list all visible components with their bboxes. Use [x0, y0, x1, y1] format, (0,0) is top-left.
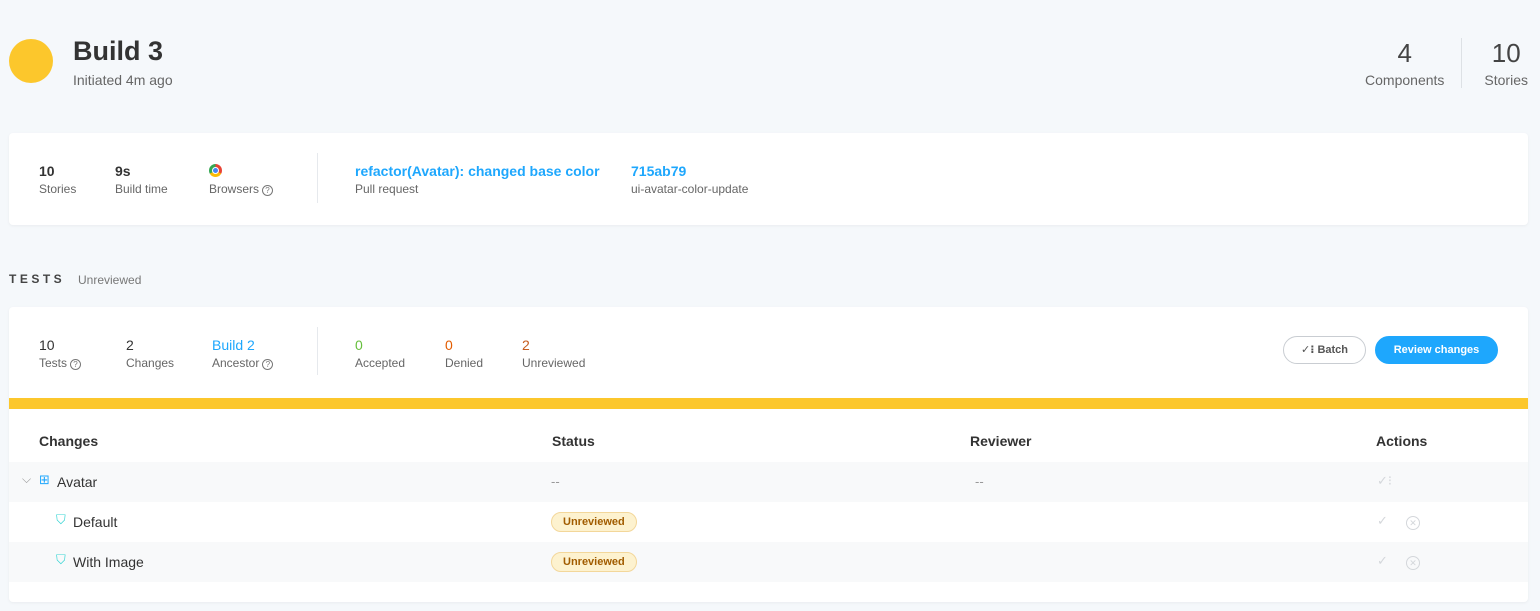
help-icon[interactable]: ?: [262, 359, 274, 370]
batch-button[interactable]: ✓⁝ Batch: [1283, 336, 1366, 364]
chrome-icon[interactable]: [209, 164, 222, 177]
stat-accepted-value: 0: [355, 337, 363, 353]
column-header-status[interactable]: Status: [552, 433, 595, 449]
help-icon[interactable]: ?: [262, 185, 274, 196]
stat-changes-value: 2: [126, 337, 134, 353]
stat-build-time-value: 9s: [115, 163, 131, 179]
stat-accepted: 0 Accepted: [355, 337, 405, 370]
chevron-down-icon[interactable]: ⌵: [22, 472, 31, 487]
tests-card: 10 Tests? 2 Changes Build 2 Ancestor? 0 …: [9, 307, 1528, 602]
stat-unreviewed: 2 Unreviewed: [522, 337, 585, 370]
metric-stories-value: 10: [1491, 38, 1521, 68]
stat-commit: 715ab79 ui-avatar-color-update: [631, 163, 748, 196]
accept-icon[interactable]: ✓: [1377, 553, 1388, 569]
batch-check-icon: ✓⁝: [1300, 344, 1318, 356]
divider: [317, 327, 318, 375]
page-title: Build 3: [73, 36, 164, 66]
branch-name: ui-avatar-color-update: [631, 182, 749, 196]
build-info-card: 10 Stories 9s Build time Browsers? refac…: [9, 133, 1528, 225]
accept-icon[interactable]: ✓: [1377, 513, 1388, 529]
batch-accept-icon[interactable]: ✓⁝: [1377, 473, 1392, 489]
tests-status: Unreviewed: [78, 273, 142, 287]
component-status: --: [551, 474, 560, 489]
stat-browsers-label: Browsers?: [209, 182, 274, 196]
stat-denied-value: 0: [445, 337, 453, 353]
metric-components: 4 Components: [1348, 38, 1461, 88]
metric-components-value: 4: [1397, 38, 1412, 68]
stat-stories-label: Stories: [39, 182, 77, 196]
pull-request-link[interactable]: refactor(Avatar): changed base color: [355, 163, 600, 179]
divider: [317, 153, 318, 203]
status-badge: Unreviewed: [551, 512, 637, 532]
bookmark-icon: ⛉: [56, 512, 66, 527]
deny-icon[interactable]: ✕: [1406, 514, 1420, 530]
metric-stories: 10 Stories: [1461, 38, 1528, 88]
story-name[interactable]: With Image: [73, 554, 144, 570]
component-reviewer: --: [975, 474, 984, 489]
stat-ancestor: Build 2 Ancestor?: [212, 337, 274, 370]
bookmark-icon: ⛉: [56, 552, 66, 567]
column-header-reviewer[interactable]: Reviewer: [970, 433, 1031, 449]
stat-unreviewed-value: 2: [522, 337, 530, 353]
stat-pull-request: refactor(Avatar): changed base color Pul…: [355, 163, 600, 196]
commit-link[interactable]: 715ab79: [631, 163, 748, 179]
stat-accepted-label: Accepted: [355, 356, 406, 370]
browser-list: [209, 163, 273, 179]
stat-tests-value: 10: [39, 337, 55, 353]
build-header: Build 3 Initiated 4m ago 4 Components 10…: [9, 36, 1528, 96]
stat-denied: 0 Denied: [445, 337, 483, 370]
table-row[interactable]: ⛉ With Image Unreviewed ✓ ✕: [9, 542, 1528, 582]
stat-build-time-label: Build time: [115, 182, 168, 196]
column-header-actions: Actions: [1376, 433, 1428, 449]
tests-heading: TESTS: [9, 272, 66, 286]
stat-changes-label: Changes: [126, 356, 175, 370]
stat-build-time: 9s Build time: [115, 163, 168, 196]
stat-tests-label: Tests?: [39, 356, 82, 370]
story-name[interactable]: Default: [73, 514, 117, 530]
status-badge: Unreviewed: [551, 552, 637, 572]
metric-components-label: Components: [1365, 72, 1445, 88]
table-row-component[interactable]: ⌵ ⊞ Avatar -- -- ✓⁝: [9, 462, 1528, 502]
review-changes-button[interactable]: Review changes: [1375, 336, 1498, 364]
batch-label: Batch: [1317, 344, 1348, 356]
column-header-changes[interactable]: Changes: [39, 433, 98, 449]
build-metrics: 4 Components 10 Stories: [1348, 38, 1528, 88]
build-initiated-time: Initiated 4m ago: [73, 72, 173, 88]
component-name[interactable]: Avatar: [57, 474, 97, 490]
ancestor-build-link[interactable]: Build 2: [212, 337, 273, 353]
stat-stories: 10 Stories: [39, 163, 76, 196]
review-progress-bar: [9, 398, 1528, 409]
metric-stories-label: Stories: [1484, 72, 1528, 88]
stat-stories-value: 10: [39, 163, 55, 179]
pull-request-label: Pull request: [355, 182, 419, 196]
stat-browsers: Browsers?: [209, 163, 274, 196]
stat-denied-label: Denied: [445, 356, 484, 370]
stat-changes: 2 Changes: [126, 337, 174, 370]
deny-icon[interactable]: ✕: [1406, 554, 1420, 570]
build-status-indicator: [9, 39, 53, 83]
stat-unreviewed-label: Unreviewed: [522, 356, 586, 370]
component-icon: ⊞: [39, 472, 50, 487]
stat-ancestor-label: Ancestor?: [212, 356, 274, 370]
help-icon[interactable]: ?: [70, 359, 82, 370]
table-row[interactable]: ⛉ Default Unreviewed ✓ ✕: [9, 502, 1528, 542]
stat-tests: 10 Tests?: [39, 337, 82, 370]
